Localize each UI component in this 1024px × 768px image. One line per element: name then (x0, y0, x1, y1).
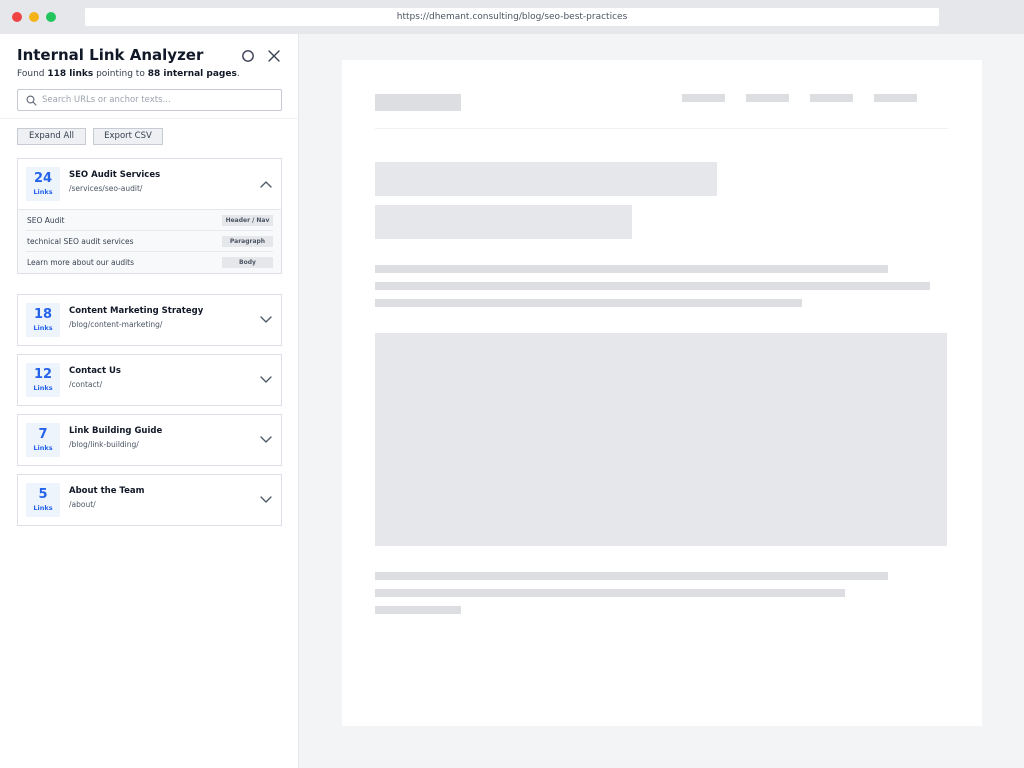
anchor-text: technical SEO audit services (27, 237, 134, 246)
skeleton-text-line (375, 282, 930, 290)
circle-icon[interactable] (241, 48, 255, 62)
page-card-about: 5 Links About the Team /about/ (17, 474, 282, 526)
skeleton-text-line (375, 299, 802, 307)
export-csv-button[interactable]: Export CSV (93, 128, 163, 145)
page-path: /contact/ (69, 380, 103, 389)
chevron-down-icon[interactable] (260, 496, 272, 504)
skeleton-heading (375, 162, 717, 196)
page-path: /blog/link-building/ (69, 440, 139, 449)
skeleton-nav-item (810, 94, 853, 102)
anchor-list: SEO Audit Header / Nav technical SEO aud… (18, 209, 281, 273)
search-icon (26, 95, 37, 106)
chevron-up-icon[interactable] (260, 180, 272, 188)
anchor-text: Learn more about our audits (27, 258, 135, 267)
page-card-header[interactable]: 24 Links SEO Audit Services /services/se… (18, 159, 281, 209)
skeleton-divider (375, 128, 948, 129)
chevron-down-icon[interactable] (260, 376, 272, 384)
chevron-down-icon[interactable] (260, 316, 272, 324)
link-summary: Found 118 links pointing to 88 internal … (17, 69, 240, 79)
chevron-down-icon[interactable] (260, 436, 272, 444)
search-input[interactable] (42, 92, 272, 108)
link-count-badge: 7 Links (26, 423, 60, 457)
skeleton-nav-item (874, 94, 917, 102)
page-title: SEO Audit Services (69, 170, 161, 180)
page-card-link-building: 7 Links Link Building Guide /blog/link-b… (17, 414, 282, 466)
skeleton-logo (375, 94, 461, 111)
skeleton-nav-item (682, 94, 725, 102)
page-title: Link Building Guide (69, 426, 163, 436)
panel-title: Internal Link Analyzer (17, 46, 204, 64)
browser-chrome: https://dhemant.consulting/blog/seo-best… (0, 0, 1024, 34)
page-title: About the Team (69, 486, 145, 496)
anchor-row: SEO Audit Header / Nav (26, 210, 273, 231)
skeleton-text-line (375, 589, 845, 597)
skeleton-image (375, 333, 947, 546)
window-close-button[interactable] (12, 12, 22, 22)
anchor-row: technical SEO audit services Paragraph (26, 231, 273, 252)
link-count-badge: 5 Links (26, 483, 60, 517)
window-zoom-button[interactable] (46, 12, 56, 22)
search-box[interactable] (17, 89, 282, 111)
page-path: /services/seo-audit/ (69, 184, 143, 193)
skeleton-nav-item (746, 94, 789, 102)
link-count-badge: 18 Links (26, 303, 60, 337)
placement-badge: Paragraph (222, 236, 273, 247)
link-count-badge: 24 Links (26, 167, 60, 201)
link-analyzer-panel: Internal Link Analyzer Found 118 links p… (0, 34, 299, 768)
page-path: /about/ (69, 500, 96, 509)
page-card-seo-audit: 24 Links SEO Audit Services /services/se… (17, 158, 282, 274)
page-card-header[interactable]: 18 Links Content Marketing Strategy /blo… (18, 295, 281, 345)
panel-header: Internal Link Analyzer Found 118 links p… (0, 34, 298, 119)
address-bar[interactable]: https://dhemant.consulting/blog/seo-best… (85, 8, 939, 26)
links-total: 118 links (47, 69, 94, 79)
pages-total: 88 internal pages (147, 69, 237, 79)
page-card-header[interactable]: 7 Links Link Building Guide /blog/link-b… (18, 415, 281, 465)
page-card-header[interactable]: 5 Links About the Team /about/ (18, 475, 281, 525)
close-icon[interactable] (267, 48, 281, 62)
skeleton-text-line (375, 606, 461, 614)
page-card-contact: 12 Links Contact Us /contact/ (17, 354, 282, 406)
skeleton-text-line (375, 572, 888, 580)
link-count-badge: 12 Links (26, 363, 60, 397)
skeleton-heading (375, 205, 632, 239)
window-minimize-button[interactable] (29, 12, 39, 22)
placement-badge: Header / Nav (222, 215, 273, 226)
page-card-header[interactable]: 12 Links Contact Us /contact/ (18, 355, 281, 405)
page-preview (342, 60, 982, 726)
skeleton-text-line (375, 265, 888, 273)
placement-badge: Body (222, 257, 273, 268)
page-path: /blog/content-marketing/ (69, 320, 163, 329)
page-card-content-marketing: 18 Links Content Marketing Strategy /blo… (17, 294, 282, 346)
page-title: Contact Us (69, 366, 121, 376)
expand-all-button[interactable]: Expand All (17, 128, 86, 145)
anchor-text: SEO Audit (27, 216, 65, 225)
anchor-row: Learn more about our audits Body (26, 252, 273, 273)
page-title: Content Marketing Strategy (69, 306, 204, 316)
